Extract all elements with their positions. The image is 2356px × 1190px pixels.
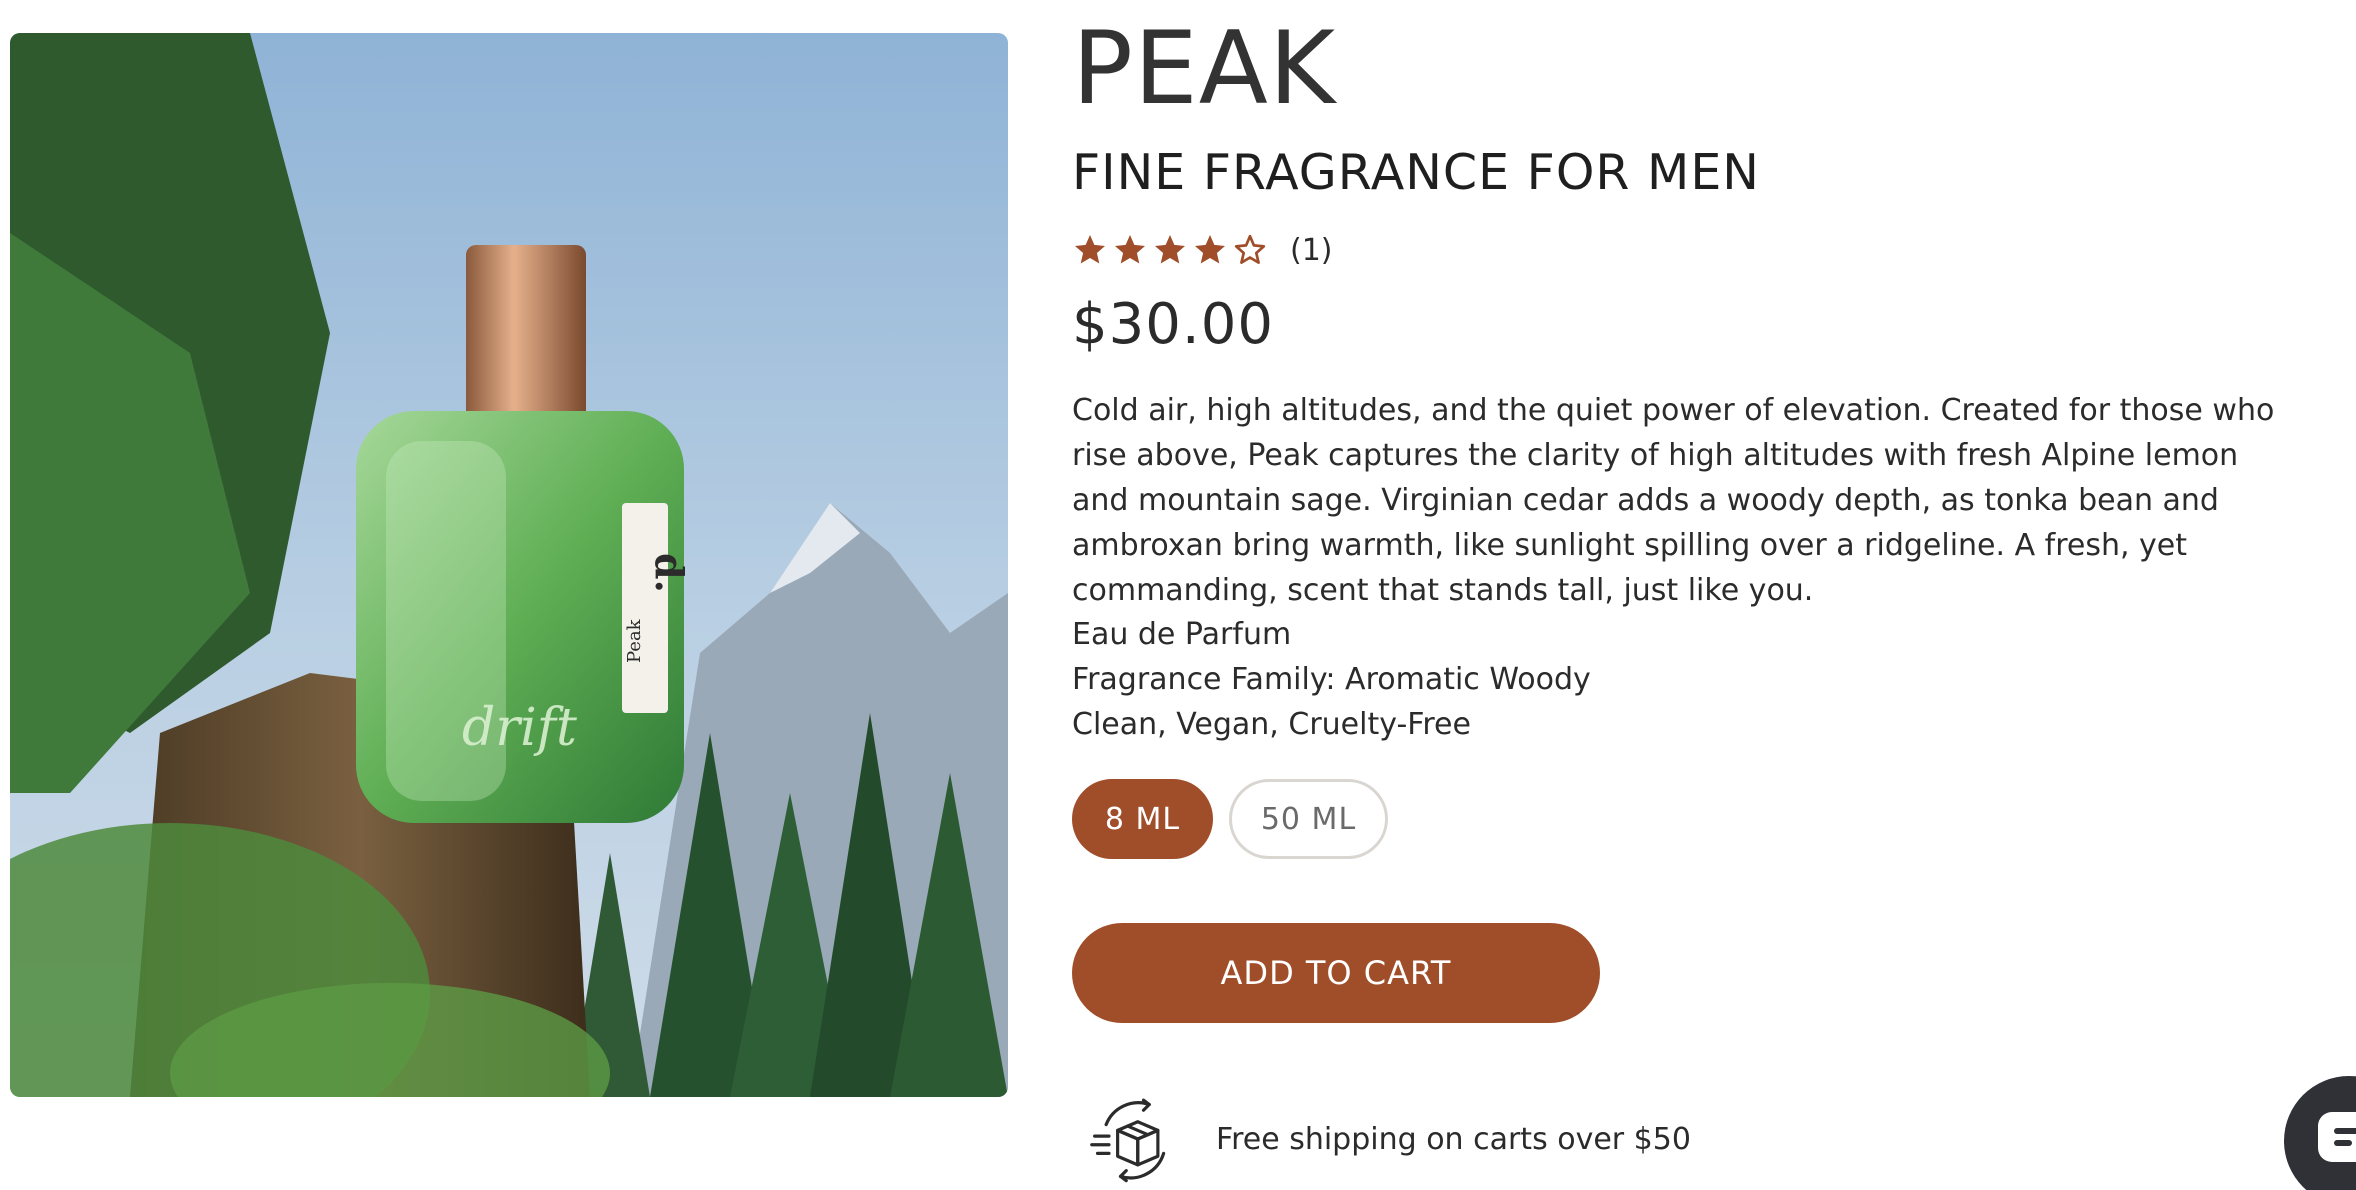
spec-fragrance-family: Fragrance Family: Aromatic Woody xyxy=(1072,662,1591,697)
rating-count[interactable]: (1) xyxy=(1290,233,1333,268)
star-icon xyxy=(1195,235,1225,264)
product-photo: d. Peak drift xyxy=(10,33,1008,1097)
bottle-logo: drift xyxy=(462,698,577,758)
size-option-8ml[interactable]: 8 ML xyxy=(1072,779,1213,859)
bottle-label: Peak xyxy=(624,618,645,663)
product-image[interactable]: d. Peak drift xyxy=(10,33,1008,1097)
product-subtitle: FINE FRAGRANCE FOR MEN xyxy=(1072,144,1760,201)
chat-icon-line xyxy=(2334,1140,2352,1146)
star-icon xyxy=(1075,235,1105,264)
product-price: $30.00 xyxy=(1072,292,1274,357)
product-title: PEAK xyxy=(1072,9,1337,127)
rating-stars xyxy=(1072,232,1268,268)
shipping-box-icon xyxy=(1090,1098,1166,1183)
chat-icon xyxy=(2318,1112,2356,1162)
shipping-info: Free shipping on carts over $50 xyxy=(1086,1093,1691,1185)
chat-widget-button[interactable] xyxy=(2284,1076,2356,1190)
product-specs: Eau de Parfum Fragrance Family: Aromatic… xyxy=(1072,612,1591,747)
chat-icon-line xyxy=(2334,1128,2356,1134)
product-rating[interactable]: (1) xyxy=(1072,227,1333,273)
spec-concentration: Eau de Parfum xyxy=(1072,617,1292,652)
product-description: Cold air, high altitudes, and the quiet … xyxy=(1072,393,2275,608)
size-option-50ml[interactable]: 50 ML xyxy=(1229,779,1388,859)
star-icon xyxy=(1155,235,1185,264)
star-outline-icon xyxy=(1234,234,1266,264)
add-to-cart-button[interactable]: ADD TO CART xyxy=(1072,923,1600,1023)
size-selector: 8 ML 50 ML xyxy=(1072,779,1388,859)
shipping-text: Free shipping on carts over $50 xyxy=(1216,1121,1691,1157)
star-icon xyxy=(1115,235,1145,264)
product-page: d. Peak drift PEAK FINE FRAGRANCE FOR ME… xyxy=(0,0,2356,1190)
spec-attributes: Clean, Vegan, Cruelty-Free xyxy=(1072,707,1471,742)
bottle-mark: d. xyxy=(647,553,692,593)
